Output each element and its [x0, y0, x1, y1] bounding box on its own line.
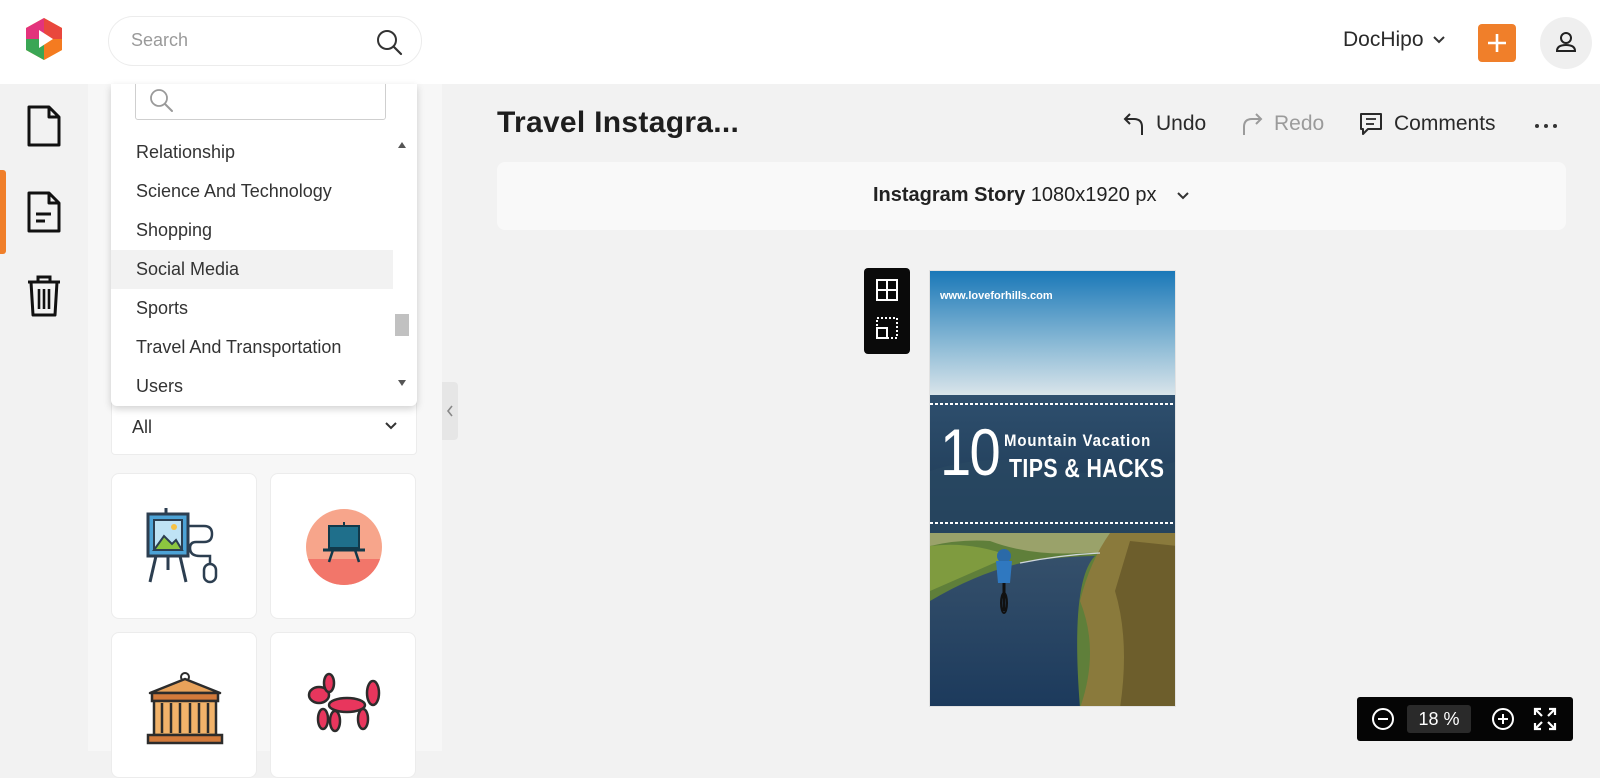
collapse-panel-button[interactable] [442, 382, 458, 440]
more-dot [1553, 124, 1557, 128]
more-dots-icon [1535, 124, 1539, 128]
design-number-text: 10 [940, 415, 1001, 489]
category-search-input[interactable] [178, 88, 373, 109]
document-icon [27, 105, 61, 147]
design-size-selector[interactable]: Instagram Story 1080x1920 px [497, 162, 1566, 230]
more-dot [1544, 124, 1548, 128]
page-tools [864, 268, 910, 354]
grid-layout-icon[interactable] [875, 278, 899, 302]
category-filter-value: All [132, 417, 153, 437]
element-card-museum-building[interactable] [111, 632, 257, 778]
undo-button[interactable]: Undo [1122, 111, 1206, 137]
category-filter-select[interactable]: All [111, 399, 417, 455]
design-size-name: Instagram Story [872, 184, 1026, 206]
redo-button[interactable]: Redo [1240, 111, 1324, 137]
design-size-label: Instagram Story 1080x1920 px [497, 184, 1566, 207]
element-card-presentation-board[interactable] [111, 473, 257, 619]
design-background-image [930, 271, 1175, 706]
design-size-dimensions: 1080x1920 px [1030, 184, 1157, 206]
chevron-left-icon [446, 405, 453, 417]
elements-panel: All Relationship Science And Technology … [88, 84, 442, 778]
category-dropdown: Relationship Science And Technology Shop… [111, 84, 417, 406]
comments-label: Comments [1394, 112, 1496, 135]
redo-icon [1243, 113, 1263, 135]
zoom-controls: 18 % [1357, 697, 1573, 741]
chevron-down-icon [1177, 192, 1189, 200]
resize-icon[interactable] [875, 316, 899, 340]
zoom-out-icon[interactable] [1371, 707, 1395, 731]
category-option-science-and-technology[interactable]: Science And Technology [111, 172, 393, 211]
account-menu[interactable]: DocHipo [1343, 28, 1446, 52]
dochipo-logo[interactable] [22, 16, 66, 62]
category-option-social-media[interactable]: Social Media [111, 250, 393, 289]
user-avatar-button[interactable] [1540, 17, 1592, 69]
category-list-scrollbar[interactable] [393, 134, 411, 394]
museum-building-icon [146, 672, 224, 745]
trash-icon [28, 275, 60, 317]
element-card-easel-circle[interactable] [270, 473, 416, 619]
file-text-icon [27, 191, 61, 233]
rail-item-new-document[interactable] [0, 84, 88, 168]
scroll-up-arrow-icon[interactable] [398, 142, 406, 148]
scroll-down-arrow-icon[interactable] [398, 380, 406, 386]
chevron-down-icon [1432, 36, 1445, 44]
design-url-text: www.loveforhills.com [940, 290, 1053, 302]
design-canvas-page[interactable]: www.loveforhills.com 10 Mountain Vacatio… [929, 270, 1176, 707]
category-option-users[interactable]: Users [111, 367, 393, 406]
search-icon [150, 89, 173, 112]
top-bar: DocHipo [0, 0, 1600, 84]
fullscreen-icon[interactable] [1533, 707, 1557, 731]
undo-label: Undo [1156, 112, 1207, 135]
plus-icon [1488, 34, 1506, 52]
user-icon [1555, 32, 1577, 52]
category-option-sports[interactable]: Sports [111, 289, 393, 328]
search-icon[interactable] [375, 28, 403, 56]
design-subtitle-text: Mountain Vacation [1004, 431, 1152, 450]
design-headline-text: TIPS & HACKS [1009, 453, 1165, 483]
account-name: DocHipo [1343, 28, 1424, 51]
category-option-relationship[interactable]: Relationship [111, 133, 393, 172]
category-search-box[interactable] [135, 84, 386, 120]
easel-circle-icon [306, 509, 382, 585]
create-new-button[interactable] [1478, 24, 1516, 62]
comments-button[interactable]: Comments [1358, 111, 1496, 137]
rail-item-trash[interactable] [0, 254, 88, 338]
category-option-shopping[interactable]: Shopping [111, 211, 393, 250]
zoom-value: 18 [1418, 709, 1439, 729]
search-box[interactable] [108, 16, 422, 66]
chevron-down-icon [385, 422, 397, 430]
left-rail [0, 84, 88, 751]
undo-icon [1123, 113, 1143, 135]
balloon-dog-icon [307, 672, 381, 733]
more-options-button[interactable] [1534, 118, 1560, 134]
zoom-level[interactable]: 18 % [1407, 705, 1471, 733]
presentation-easel-icon [146, 508, 218, 584]
rail-item-my-documents[interactable] [0, 170, 88, 254]
search-input[interactable] [131, 30, 361, 51]
element-card-balloon-dog[interactable] [270, 632, 416, 778]
active-indicator [0, 170, 6, 254]
scrollbar-thumb[interactable] [395, 314, 409, 336]
zoom-unit: % [1443, 709, 1460, 729]
comment-icon [1360, 113, 1382, 135]
zoom-in-icon[interactable] [1491, 707, 1515, 731]
category-option-travel-and-transportation[interactable]: Travel And Transportation [111, 328, 393, 367]
document-title[interactable]: Travel Instagra... [497, 106, 739, 140]
redo-label: Redo [1274, 112, 1325, 135]
category-list: Relationship Science And Technology Shop… [111, 133, 393, 406]
